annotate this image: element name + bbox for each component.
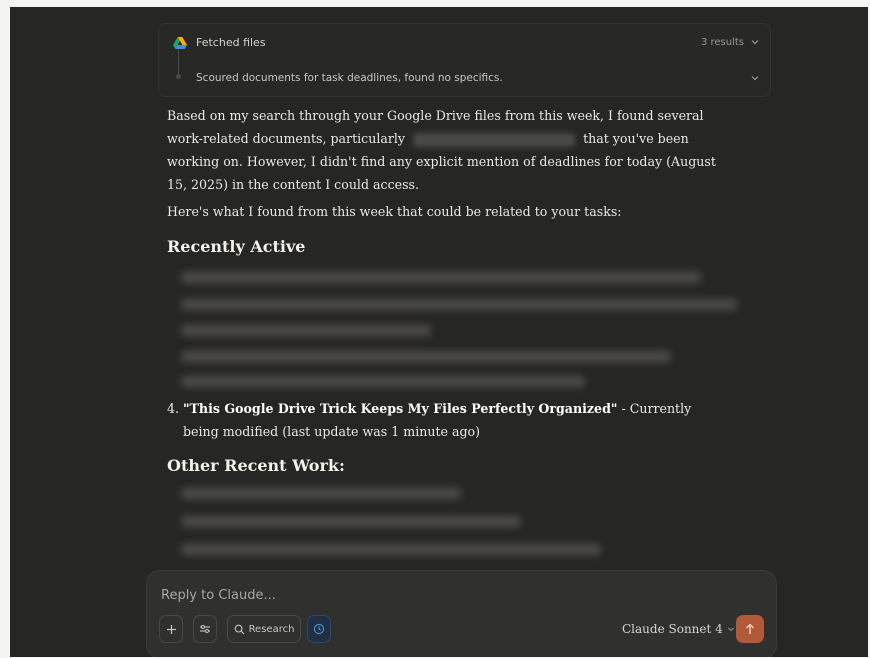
model-selector[interactable]: Claude Sonnet 4 — [622, 615, 735, 643]
plus-icon — [166, 624, 176, 634]
list-item: 4. "This Google Drive Trick Keeps My Fil… — [167, 397, 727, 443]
results-count: 3 results — [700, 36, 744, 48]
blurred-list-line — [181, 325, 431, 336]
blurred-list-line — [181, 272, 701, 283]
clock-icon — [313, 623, 325, 635]
tools-icon — [200, 625, 210, 633]
blurred-list-line — [181, 376, 585, 387]
blurred-list-line — [181, 488, 461, 499]
blurred-list-line — [181, 516, 521, 527]
list-number: 4. — [167, 401, 180, 416]
section-heading: Other Recent Work: — [167, 456, 345, 475]
chevron-down-icon — [727, 627, 734, 632]
tool-title: Fetched files — [196, 35, 266, 49]
extended-thinking-button[interactable] — [307, 615, 331, 643]
research-button[interactable]: Research — [227, 615, 301, 643]
tools-button[interactable] — [193, 615, 217, 643]
research-label: Research — [248, 623, 295, 635]
blurred-list-line — [181, 299, 737, 310]
blurred-list-line — [181, 351, 671, 362]
fetched-files-header[interactable]: Fetched files 3 results — [159, 24, 770, 60]
add-button[interactable] — [159, 615, 183, 643]
chevron-down-icon[interactable] — [750, 73, 760, 83]
tool-step-row[interactable]: Scoured documents for task deadlines, fo… — [159, 60, 770, 96]
send-button[interactable] — [736, 615, 764, 643]
redacted-text — [413, 132, 576, 147]
section-heading: Recently Active — [167, 237, 306, 256]
model-name: Claude Sonnet 4 — [622, 622, 723, 636]
file-title: "This Google Drive Trick Keeps My Files … — [183, 401, 618, 416]
chevron-down-icon[interactable] — [750, 37, 760, 47]
list-item-text: "This Google Drive Trick Keeps My Files … — [183, 397, 727, 443]
reply-input[interactable] — [159, 585, 563, 605]
research-icon — [234, 624, 244, 634]
response-paragraph: Here's what I found from this week that … — [167, 200, 727, 223]
response-paragraph: Based on my search through your Google D… — [167, 104, 727, 196]
fetched-files-card[interactable]: Fetched files 3 results Scoured document… — [158, 23, 771, 97]
arrow-up-icon — [746, 623, 754, 634]
tool-step-text: Scoured documents for task deadlines, fo… — [196, 72, 503, 84]
chat-window: Fetched files 3 results Scoured document… — [10, 7, 868, 657]
blurred-list-line — [181, 544, 601, 555]
paragraph-text: Here's what I found from this week that … — [167, 204, 622, 219]
message-composer: Research Claude Sonnet 4 — [146, 570, 777, 657]
google-drive-icon — [173, 37, 187, 49]
